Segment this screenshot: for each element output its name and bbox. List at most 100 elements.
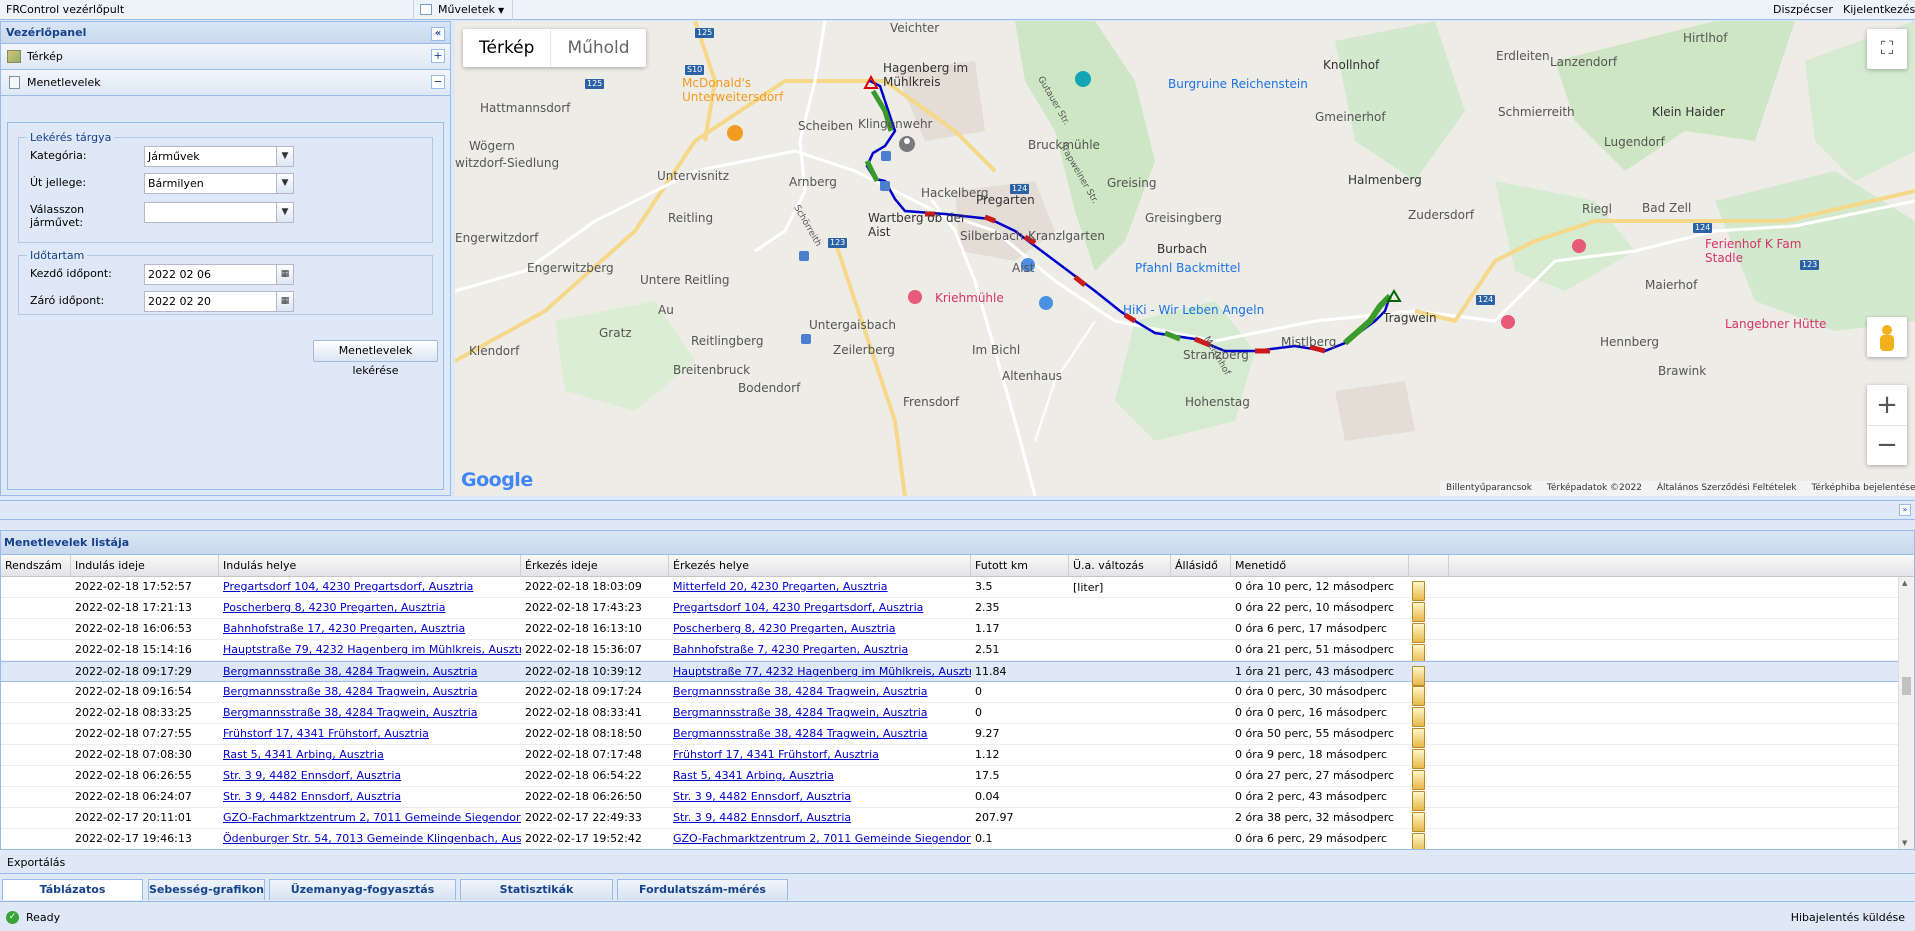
collapse-icon[interactable]: − — [431, 75, 445, 89]
address-link[interactable]: Bahnhofstraße 7, 4230 Pregarten, Ausztri… — [669, 640, 971, 660]
column-header[interactable]: Menetidő — [1231, 555, 1409, 577]
category-select[interactable]: Járművek ▼ — [144, 146, 294, 167]
table-row[interactable]: 2022-02-18 06:26:55 Str. 3 9, 4482 Ennsdo… — [1, 766, 1914, 790]
table-cell — [1069, 724, 1171, 744]
trip-details-icon[interactable] — [1412, 833, 1425, 849]
address-link[interactable]: Bahnhofstraße 17, 4230 Pregarten, Ausztr… — [219, 619, 521, 639]
column-header[interactable]: Indulás helye — [219, 555, 521, 577]
table-row[interactable]: 2022-02-18 07:08:30 Rast 5, 4341 Arbing, … — [1, 745, 1914, 769]
table-row[interactable]: 2022-02-17 19:46:13 Ödenburger Str. 54, 7… — [1, 829, 1914, 849]
table-row[interactable]: 2022-02-18 06:24:07 Str. 3 9, 4482 Ennsdo… — [1, 787, 1914, 811]
address-link[interactable]: Bergmannsstraße 38, 4284 Tragwein, Auszt… — [669, 682, 971, 702]
tab-table-view[interactable]: Táblázatos megjelenítés — [2, 879, 143, 916]
start-date-field[interactable]: 2022 02 06 ▦ — [144, 264, 294, 285]
address-link[interactable]: Str. 3 9, 4482 Ennsdorf, Ausztria — [669, 787, 971, 807]
collapse-map-icon[interactable]: » — [1899, 504, 1911, 516]
address-link[interactable]: Mitterfeld 20, 4230 Pregarten, Ausztria — [669, 577, 971, 597]
table-row[interactable]: 2022-02-18 08:33:25 Bergmannsstraße 38, 4… — [1, 703, 1914, 727]
address-link[interactable]: Str. 3 9, 4482 Ennsdorf, Ausztria — [219, 787, 521, 807]
zoom-in-icon[interactable]: + — [1867, 385, 1907, 425]
grid-scrollbar[interactable]: ▲ ▼ — [1898, 577, 1914, 849]
fullscreen-icon[interactable]: ⛶ — [1867, 29, 1907, 69]
accordion-trips[interactable]: Menetlevelek − — [1, 70, 450, 96]
table-row[interactable]: 2022-02-18 15:14:16 Hauptstraße 79, 4232 … — [1, 640, 1914, 664]
address-link[interactable]: Pregartsdorf 104, 4230 Pregartsdorf, Aus… — [219, 577, 521, 597]
splitter-bar[interactable]: » — [0, 500, 1915, 520]
table-row[interactable]: 2022-02-17 20:11:01 GZO-Fachmarktzentrum … — [1, 808, 1914, 832]
column-header[interactable]: Ü.a. változás [liter] — [1069, 555, 1171, 594]
address-link[interactable]: Poscherberg 8, 4230 Pregarten, Ausztria — [669, 619, 971, 639]
export-button[interactable]: Exportálás — [0, 852, 1915, 874]
tab-statistics[interactable]: Statisztikák megtekintése — [460, 879, 613, 916]
terms-link[interactable]: Általános Szerződési Feltételek — [1657, 483, 1797, 493]
map-place-label: Pregarten — [976, 193, 1035, 207]
report-error-link[interactable]: Térképhiba bejelentése — [1812, 483, 1915, 493]
dropdown-arrow-icon[interactable]: ▼ — [276, 147, 293, 166]
address-link[interactable]: Hauptstraße 79, 4232 Hagenberg im Mühlkr… — [219, 640, 521, 660]
address-link[interactable]: Hauptstraße 77, 4232 Hagenberg im Mühlkr… — [669, 662, 971, 682]
column-header[interactable]: Futott km — [971, 555, 1069, 577]
map-type-map-button[interactable]: Térkép — [463, 29, 550, 67]
scroll-down-icon[interactable]: ▼ — [1902, 839, 1907, 847]
keyboard-shortcuts-link[interactable]: Billentyűparancsok — [1446, 483, 1532, 493]
column-header[interactable]: Rendszám — [1, 555, 71, 577]
calendar-icon[interactable]: ▦ — [276, 292, 293, 311]
end-date-field[interactable]: 2022 02 20 ▦ — [144, 291, 294, 312]
address-link[interactable]: Str. 3 9, 4482 Ennsdorf, Ausztria — [669, 808, 971, 828]
address-link[interactable]: Bergmannsstraße 38, 4284 Tragwein, Auszt… — [219, 662, 521, 682]
accordion-map[interactable]: Térkép + — [1, 44, 450, 70]
map-type-satellite-button[interactable]: Műhold — [550, 29, 645, 67]
table-cell: 2022-02-18 10:39:12 — [525, 665, 642, 678]
address-link[interactable]: Pregartsdorf 104, 4230 Pregartsdorf, Aus… — [669, 598, 971, 618]
tab-speed-chart[interactable]: Sebesség-grafikon — [148, 879, 265, 900]
address-link[interactable]: Bergmannsstraße 38, 4284 Tragwein, Auszt… — [219, 703, 521, 723]
collapse-left-icon[interactable]: « — [431, 27, 445, 41]
table-row[interactable]: 2022-02-18 09:16:54 Bergmannsstraße 38, 4… — [1, 682, 1914, 706]
category-row: Kategória: Járművek ▼ — [19, 144, 432, 171]
dropdown-arrow-icon[interactable]: ▼ — [276, 174, 293, 193]
scrollbar-thumb[interactable] — [1902, 677, 1911, 695]
column-header[interactable]: Állásidő — [1171, 555, 1231, 577]
tab-fuel-chart[interactable]: Üzemanyag-fogyasztás grafikon — [269, 879, 456, 916]
column-header[interactable]: Indulás ideje — [71, 555, 219, 577]
calendar-icon[interactable]: ▦ — [276, 265, 293, 284]
column-header[interactable]: Érkezés helye — [669, 555, 971, 577]
address-link[interactable]: Frühstorf 17, 4341 Frühstorf, Ausztria — [669, 745, 971, 765]
table-row[interactable]: 2022-02-18 09:17:29 Bergmannsstraße 38, 4… — [1, 661, 1914, 686]
vehicle-select[interactable]: ▼ — [144, 202, 294, 223]
table-row[interactable]: 2022-02-18 17:52:57 Pregartsdorf 104, 423… — [1, 577, 1914, 601]
column-header[interactable]: Érkezés ideje — [521, 555, 669, 577]
table-row[interactable]: 2022-02-18 16:06:53 Bahnhofstraße 17, 423… — [1, 619, 1914, 643]
address-link[interactable]: Rast 5, 4341 Arbing, Ausztria — [219, 745, 521, 765]
expand-icon[interactable]: + — [431, 49, 445, 63]
address-link[interactable]: Bergmannsstraße 38, 4284 Tragwein, Auszt… — [669, 724, 971, 744]
table-row[interactable]: 2022-02-18 07:27:55 Frühstorf 17, 4341 Fr… — [1, 724, 1914, 748]
street-view-icon[interactable] — [1867, 317, 1907, 357]
table-row[interactable]: 2022-02-18 17:21:13 Poscherberg 8, 4230 P… — [1, 598, 1914, 622]
table-cell — [1, 745, 71, 765]
address-link[interactable]: GZO-Fachmarktzentrum 2, 7011 Gemeinde Si… — [669, 829, 971, 849]
address-link[interactable]: Frühstorf 17, 4341 Frühstorf, Ausztria — [219, 724, 521, 744]
route-type-select[interactable]: Bármilyen ▼ — [144, 173, 294, 194]
dispatcher-link[interactable]: Diszpécser — [1773, 0, 1833, 20]
query-trips-button[interactable]: Menetlevelek lekérése — [313, 340, 438, 377]
address-link[interactable]: GZO-Fachmarktzentrum 2, 7011 Gemeinde Si… — [219, 808, 521, 828]
send-error-report-link[interactable]: Hibajelentés küldése — [1791, 904, 1905, 931]
table-cell — [1069, 703, 1171, 723]
operations-menu-button[interactable]: Műveletek ▼ — [413, 0, 514, 20]
road-number-shield: 125 — [585, 79, 605, 89]
logout-link[interactable]: Kijelentkezés — [1843, 0, 1915, 20]
query-form: Lekérés tárgya Kategória: Járművek ▼ Út j… — [7, 122, 444, 490]
address-link[interactable]: Str. 3 9, 4482 Ennsdorf, Ausztria — [219, 766, 521, 786]
address-link[interactable]: Ödenburger Str. 54, 7013 Gemeinde Klinge… — [219, 829, 521, 849]
period-legend: Időtartam — [30, 249, 85, 262]
address-link[interactable]: Bergmannsstraße 38, 4284 Tragwein, Auszt… — [669, 703, 971, 723]
dropdown-arrow-icon[interactable]: ▼ — [276, 203, 293, 222]
map-view[interactable]: VeichterUnterweitersdorfMcDonald's Unter… — [455, 21, 1915, 496]
tab-rpm-chart[interactable]: Fordulatszám-mérés grafikon — [617, 879, 788, 916]
address-link[interactable]: Rast 5, 4341 Arbing, Ausztria — [669, 766, 971, 786]
address-link[interactable]: Poscherberg 8, 4230 Pregarten, Ausztria — [219, 598, 521, 618]
address-link[interactable]: Bergmannsstraße 38, 4284 Tragwein, Auszt… — [219, 682, 521, 702]
zoom-out-icon[interactable]: − — [1867, 425, 1907, 465]
scroll-up-icon[interactable]: ▲ — [1902, 579, 1907, 587]
